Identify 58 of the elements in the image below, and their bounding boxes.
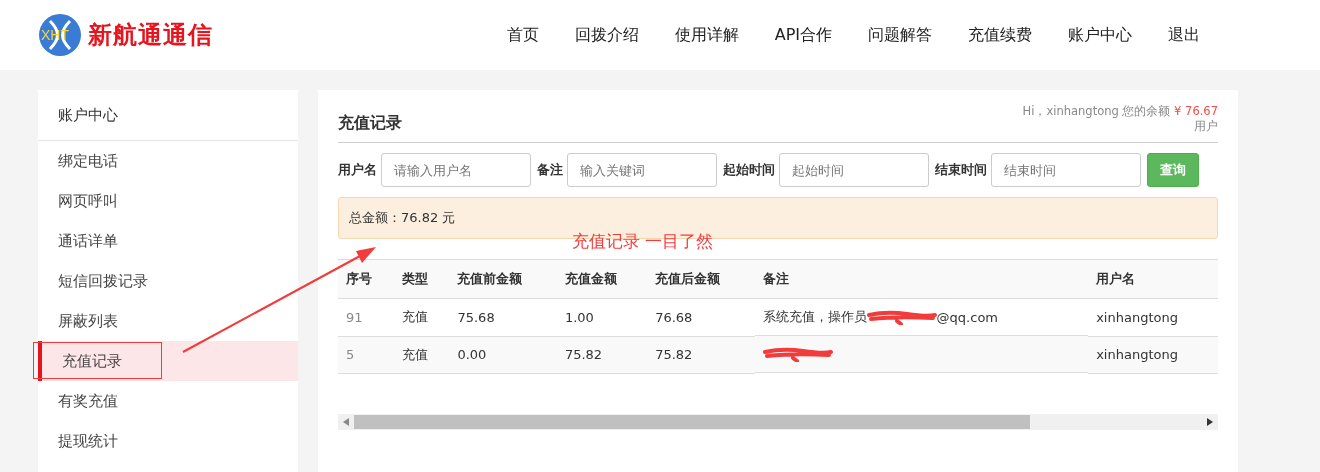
table-cell: 0.00 xyxy=(449,336,557,373)
page-title: 充值记录 xyxy=(338,113,402,134)
table-cell: xinhangtong xyxy=(1088,298,1218,336)
balance-amount: ¥ 76.67 xyxy=(1174,104,1218,118)
nav-link[interactable]: 回拨介绍 xyxy=(556,24,657,46)
table-cell: 5 xyxy=(338,336,394,373)
redaction-scribble xyxy=(866,309,937,325)
note-text: 系统充值，操作员 xyxy=(762,308,867,326)
column-header: 充值后金额 xyxy=(647,259,755,299)
filter-input[interactable]: 起始时间 xyxy=(779,153,929,187)
sidebar-title: 账户中心 xyxy=(38,90,298,141)
nav-link[interactable]: 使用详解 xyxy=(656,24,757,46)
filter-input[interactable]: 输入关键词 xyxy=(567,153,717,187)
note-text: @qq.com xyxy=(936,309,998,325)
nav-link[interactable]: 充值续费 xyxy=(950,24,1050,46)
filter-label: 结束时间 xyxy=(935,161,987,179)
sidebar-item[interactable]: 通话详单 xyxy=(38,221,298,261)
column-header: 序号 xyxy=(338,259,394,299)
redaction-scribble xyxy=(762,346,833,362)
nav-link[interactable]: API合作 xyxy=(756,24,850,46)
table-cell: 91 xyxy=(338,298,394,336)
table-cell: 75.82 xyxy=(647,336,755,373)
sidebar-item[interactable]: 网页呼叫 xyxy=(38,181,298,221)
table-cell: xinhangtong xyxy=(1088,336,1218,373)
sidebar-item[interactable]: 短信回拨记录 xyxy=(38,261,298,301)
greeting-text: Hi，xinhangtong 您的余额 xyxy=(1022,104,1171,118)
column-header: 类型 xyxy=(393,259,450,299)
sidebar-item[interactable]: 有奖充值 xyxy=(38,381,298,421)
column-header: 充值前金额 xyxy=(449,259,557,299)
filter-input[interactable]: 请输入用户名 xyxy=(381,153,531,187)
column-header: 用户名 xyxy=(1088,259,1218,299)
table-cell: 75.82 xyxy=(556,336,648,373)
column-header: 备注 xyxy=(754,259,1089,299)
filter-label: 起始时间 xyxy=(723,161,775,179)
sidebar-item[interactable]: 绑定电话 xyxy=(38,141,298,181)
scroll-right-icon[interactable] xyxy=(1207,417,1213,426)
table-cell: 充值 xyxy=(393,298,450,336)
filter-label: 用户名 xyxy=(338,161,377,179)
balance-suffix: 用户 xyxy=(1194,119,1218,134)
horizontal-scrollbar[interactable] xyxy=(338,413,1218,430)
sidebar-item[interactable]: 屏蔽列表 xyxy=(38,301,298,341)
table-cell: 1.00 xyxy=(556,298,648,336)
nav-link[interactable]: 问题解答 xyxy=(850,24,950,46)
brand-name: 新航通通信 xyxy=(88,20,213,51)
nav-link[interactable]: 退出 xyxy=(1150,24,1218,46)
filter-input[interactable]: 结束时间 xyxy=(991,153,1141,187)
sidebar-item[interactable]: 提现统计 xyxy=(38,421,298,461)
scroll-left-icon[interactable] xyxy=(343,417,349,426)
total-amount: 总金额：76.82 元 xyxy=(349,209,456,227)
table-cell: 75.68 xyxy=(449,298,557,336)
nav-link[interactable]: 首页 xyxy=(488,24,557,46)
nav-link[interactable]: 账户中心 xyxy=(1050,24,1150,46)
table-cell: 76.68 xyxy=(647,298,755,336)
table-cell: 充值 xyxy=(393,336,450,373)
filter-label: 备注 xyxy=(537,161,563,179)
annotation-text: 充值记录 一目了然 xyxy=(572,230,714,253)
sidebar-item[interactable]: 充值记录 xyxy=(38,341,298,381)
column-header: 充值金额 xyxy=(556,259,648,299)
